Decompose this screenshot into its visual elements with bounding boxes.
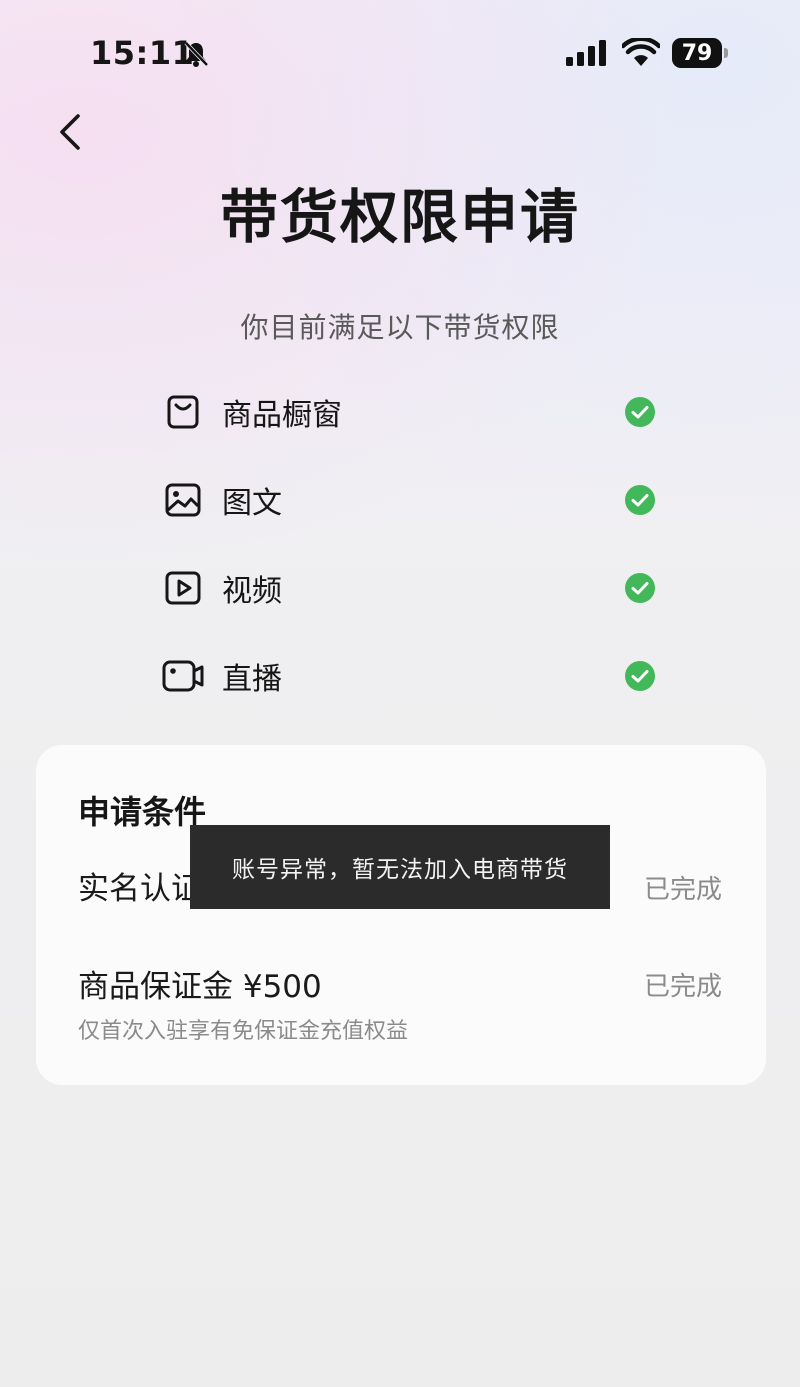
wifi-icon <box>620 36 662 72</box>
permission-item-video: 视频 <box>160 544 660 632</box>
camera-live-icon <box>160 653 206 699</box>
permission-item-showcase: 商品橱窗 <box>160 368 660 456</box>
permission-label: 直播 <box>222 662 282 697</box>
conditions-title: 申请条件 <box>78 793 207 831</box>
condition-deposit-status: 已完成 <box>643 972 722 1002</box>
status-time: 15:11 <box>90 34 195 72</box>
permission-label: 视频 <box>222 574 282 609</box>
page-subtitle: 你目前满足以下带货权限 <box>240 311 560 344</box>
condition-real-name-label: 实名认证 <box>78 871 202 907</box>
permission-label: 商品橱窗 <box>222 398 342 433</box>
error-toast: 账号异常，暂无法加入电商带货 <box>190 825 610 909</box>
back-button[interactable] <box>50 108 90 156</box>
permission-label: 图文 <box>222 486 282 521</box>
condition-deposit-label: 商品保证金 ¥500 <box>78 969 322 1005</box>
check-circle-icon <box>625 661 655 691</box>
status-bar: 15:11 79 <box>0 0 800 100</box>
permission-item-image-text: 图文 <box>160 456 660 544</box>
battery-icon: 79 <box>672 38 728 68</box>
page-title: 带货权限申请 <box>219 183 580 251</box>
condition-real-name-status: 已完成 <box>643 875 722 905</box>
permission-item-live: 直播 <box>160 632 660 720</box>
check-circle-icon <box>625 485 655 515</box>
chevron-left-icon <box>60 114 80 150</box>
video-play-icon <box>160 565 206 611</box>
permission-list: 商品橱窗 图文 视频 直播 <box>160 368 660 720</box>
image-icon <box>160 477 206 523</box>
showcase-bag-icon <box>160 389 206 435</box>
check-circle-icon <box>625 573 655 603</box>
condition-deposit-note: 仅首次入驻享有免保证金充值权益 <box>78 1019 409 1044</box>
conditions-card: 申请条件 实名认证 已完成 商品保证金 ¥500 已完成 仅首次入驻享有免保证金… <box>36 745 766 1085</box>
cellular-signal-icon <box>566 40 610 70</box>
bell-muted-icon <box>182 40 210 72</box>
check-circle-icon <box>625 397 655 427</box>
battery-level: 79 <box>672 38 722 68</box>
